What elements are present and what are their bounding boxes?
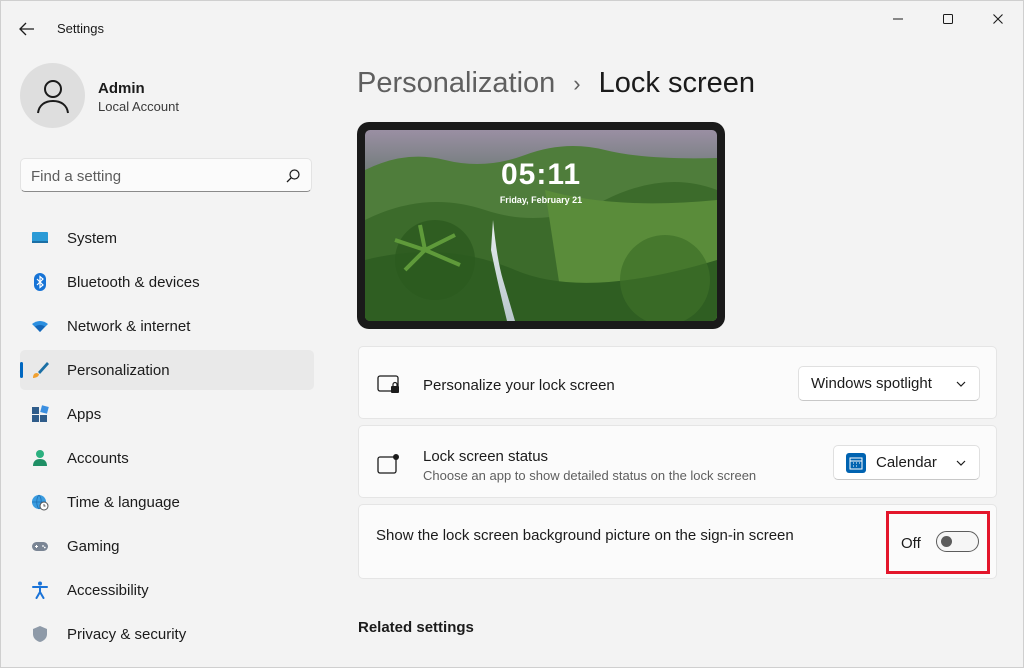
close-button[interactable] — [975, 5, 1021, 33]
avatar[interactable] — [20, 63, 85, 128]
minimize-button[interactable] — [875, 5, 921, 33]
chevron-right-icon: › — [573, 70, 581, 96]
sidebar-item-time-language[interactable]: Time & language — [20, 482, 314, 522]
person-icon — [33, 450, 47, 466]
sidebar-item-label: Personalization — [67, 361, 170, 379]
app-title: Settings — [57, 21, 104, 36]
chevron-down-icon — [956, 381, 966, 387]
sidebar-item-label: Accessibility — [67, 581, 149, 599]
minimize-icon — [893, 18, 903, 20]
maximize-icon — [943, 14, 953, 24]
breadcrumb: Personalization › Lock screen — [357, 67, 755, 100]
chevron-down-icon — [956, 460, 966, 466]
lock-screen-icon — [377, 375, 399, 393]
sidebar-item-label: Apps — [67, 405, 102, 423]
search-box[interactable] — [20, 158, 312, 192]
wifi-icon — [32, 321, 48, 332]
user-name: Admin — [98, 80, 145, 97]
system-icon — [32, 232, 48, 243]
search-input[interactable] — [31, 165, 281, 187]
page-title: Lock screen — [598, 67, 755, 99]
sidebar-item-label: Gaming — [67, 537, 120, 555]
shield-icon — [33, 626, 47, 642]
sidebar-item-apps[interactable]: Apps — [20, 394, 314, 434]
brush-icon — [33, 362, 49, 378]
settings-window: Settings Admin Local Account System Blue… — [0, 0, 1024, 668]
accessibility-icon — [32, 581, 48, 599]
close-icon — [993, 14, 1003, 24]
setting-title: Show the lock screen background picture … — [376, 527, 794, 544]
calendar-icon — [846, 452, 866, 473]
sidebar-item-accessibility[interactable]: Accessibility — [20, 570, 314, 610]
account-type: Local Account — [98, 99, 179, 114]
personalize-lock-screen-card: Personalize your lock screen Windows spo… — [358, 346, 997, 419]
preview-clock: 05:11 — [500, 158, 582, 191]
status-app-icon — [377, 454, 399, 474]
sidebar-item-system[interactable]: System — [20, 218, 314, 258]
sidebar-item-accounts[interactable]: Accounts — [20, 438, 314, 478]
sidebar-item-label: Time & language — [67, 493, 180, 511]
dropdown-value: Calendar — [876, 454, 937, 471]
sidebar-nav: System Bluetooth & devices Network & int… — [20, 218, 314, 658]
sidebar-item-label: Privacy & security — [67, 625, 187, 643]
sidebar-item-personalization[interactable]: Personalization — [20, 350, 314, 390]
sidebar-item-privacy[interactable]: Privacy & security — [20, 614, 314, 654]
sidebar-item-gaming[interactable]: Gaming — [20, 526, 314, 566]
maximize-button[interactable] — [925, 5, 971, 33]
sidebar-item-network[interactable]: Network & internet — [20, 306, 314, 346]
sidebar-item-label: Accounts — [67, 449, 129, 467]
sidebar-item-label: Network & internet — [67, 317, 191, 335]
sidebar-item-bluetooth[interactable]: Bluetooth & devices — [20, 262, 314, 302]
title-bar: Settings — [1, 1, 1023, 49]
preview-image: 05:11 Friday, February 21 — [365, 130, 717, 321]
setting-description: Choose an app to show detailed status on… — [423, 468, 757, 483]
setting-title: Lock screen status — [423, 448, 549, 465]
lock-screen-preview: 05:11 Friday, February 21 — [357, 122, 725, 329]
bluetooth-icon — [34, 273, 46, 291]
apps-icon — [32, 405, 49, 422]
breadcrumb-parent[interactable]: Personalization — [357, 67, 555, 100]
preview-date: Friday, February 21 — [499, 195, 583, 205]
arrow-left-icon — [19, 22, 34, 36]
back-button[interactable] — [13, 15, 41, 43]
globe-clock-icon — [32, 494, 49, 511]
highlight-box — [886, 511, 990, 574]
sidebar-item-label: System — [67, 229, 118, 247]
lock-screen-status-dropdown[interactable]: Calendar — [833, 445, 980, 480]
dropdown-value: Windows spotlight — [811, 375, 932, 392]
setting-title: Personalize your lock screen — [423, 377, 615, 394]
lock-screen-status-card: Lock screen status Choose an app to show… — [358, 425, 997, 498]
related-settings-heading: Related settings — [358, 619, 474, 636]
person-icon — [36, 79, 69, 113]
gamepad-icon — [32, 542, 48, 551]
search-icon[interactable] — [285, 168, 301, 184]
sidebar-item-label: Bluetooth & devices — [67, 273, 200, 291]
lock-screen-background-dropdown[interactable]: Windows spotlight — [798, 366, 980, 401]
